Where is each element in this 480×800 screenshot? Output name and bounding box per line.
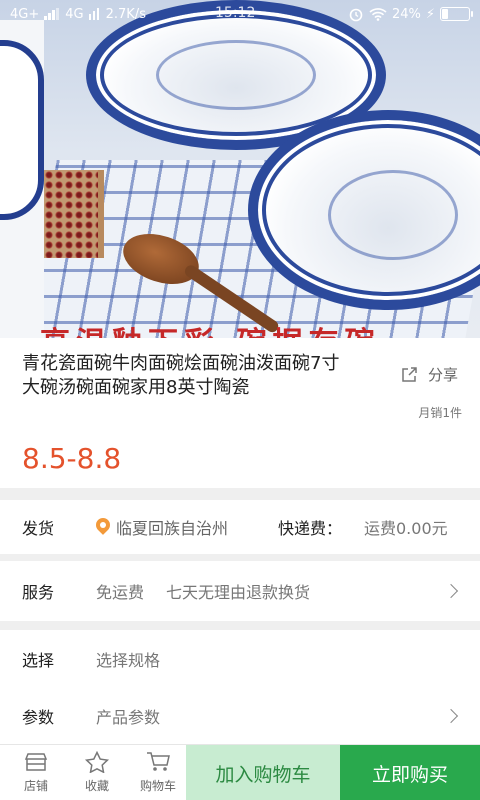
store-button[interactable]: 店铺 (11, 745, 61, 800)
params-value: 产品参数 (96, 708, 161, 727)
bowl-left (0, 40, 44, 220)
star-icon (84, 751, 110, 773)
status-bar: 4G+ 4G 2.7K/s 15:12 24% ⚡ (0, 0, 480, 28)
bottom-action-bar: 店铺 收藏 购物车 加入购物车 立即购买 (0, 744, 480, 800)
service-row[interactable]: 服务 免运费 七天无理由退款换货 (0, 561, 480, 621)
network-type-2: 4G (65, 6, 84, 22)
battery-fill (442, 9, 449, 19)
buy-now-button[interactable]: 立即购买 (340, 745, 480, 800)
chevron-right-icon (443, 708, 459, 724)
shipping-fee-label: 快递费： (278, 519, 343, 538)
bowl-pattern (156, 40, 316, 110)
alarm-icon (349, 8, 363, 22)
store-label: 店铺 (23, 779, 48, 793)
image-banner-text: 高温釉下彩 碗据存碗 (40, 318, 380, 338)
shipping-fee-value: 运费0.00元 (364, 519, 448, 538)
signal-icon-2 (88, 8, 99, 20)
shipping-location: 临夏回族自治州 (96, 515, 228, 539)
location-pin-icon (96, 518, 110, 536)
share-label: 分享 (427, 366, 458, 384)
product-title: 青花瓷面碗牛肉面碗烩面碗油泼面碗7寸大碗汤碗面碗家用8英寸陶瓷 (22, 353, 340, 398)
select-label: 选择 (22, 651, 55, 670)
monthly-sales: 月销1件 (418, 406, 462, 420)
service-tag: 免运费 (96, 583, 145, 602)
cart-label: 购物车 (139, 779, 176, 793)
store-icon (24, 753, 48, 771)
share-icon (402, 366, 417, 382)
product-price: 8.5-8.8 (22, 442, 122, 475)
wifi-icon (369, 8, 387, 21)
share-button[interactable]: 分享 (400, 364, 458, 385)
service-tag: 七天无理由退款换货 (166, 583, 311, 602)
service-label: 服务 (22, 583, 55, 602)
shipping-location-text: 临夏回族自治州 (116, 519, 229, 538)
shipping-label: 发货 (22, 519, 55, 538)
select-value: 选择规格 (96, 651, 161, 670)
select-spec-row[interactable]: 选择 选择规格 (0, 630, 480, 688)
network-type: 4G+ (10, 6, 40, 22)
bowl-pattern (328, 170, 458, 260)
add-to-cart-button[interactable]: 加入购物车 (186, 745, 340, 800)
charging-icon: ⚡ (425, 6, 435, 22)
chevron-right-icon (443, 583, 459, 599)
params-row[interactable]: 参数 产品参数 (0, 688, 480, 744)
signal-icon (44, 8, 60, 20)
favorite-label: 收藏 (84, 779, 109, 793)
status-right: 24% ⚡ (348, 6, 473, 22)
cart-button[interactable]: 购物车 (133, 745, 183, 800)
favorite-button[interactable]: 收藏 (72, 745, 122, 800)
status-left: 4G+ 4G 2.7K/s (10, 7, 146, 22)
battery-icon (440, 7, 473, 21)
clock: 15:12 (215, 5, 256, 21)
product-info: 青花瓷面碗牛肉面碗烩面碗油泼面碗7寸大碗汤碗面碗家用8英寸陶瓷 分享 月销1件 … (0, 338, 480, 488)
cart-icon (147, 752, 170, 771)
battery-percent: 24% (391, 6, 421, 22)
red-beans-box (44, 170, 104, 258)
shipping-row: 发货 临夏回族自治州 快递费： 运费0.00元 (0, 500, 480, 554)
params-label: 参数 (22, 708, 55, 727)
network-speed: 2.7K/s (105, 6, 146, 22)
product-image[interactable]: 高温釉下彩 碗据存碗 (0, 0, 480, 338)
